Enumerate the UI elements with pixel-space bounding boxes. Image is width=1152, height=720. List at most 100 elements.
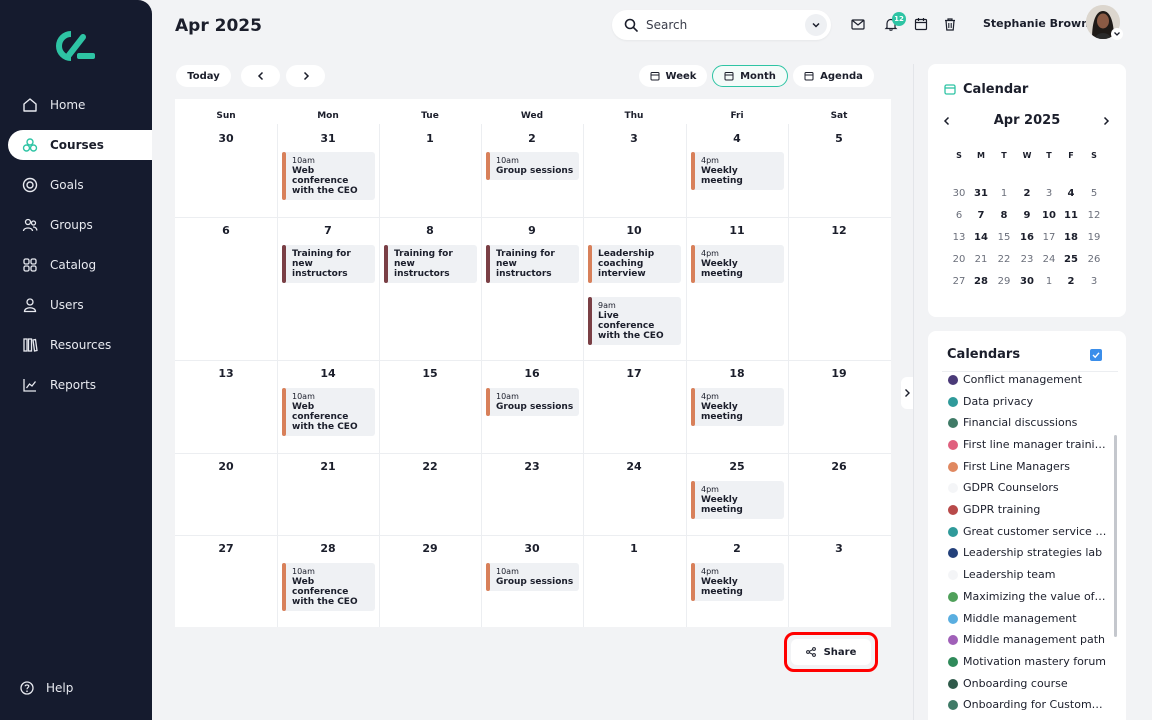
calendar-list-item[interactable]: Great customer service e... [948,525,1108,538]
calendar-event[interactable]: Training for new instructors [384,245,477,283]
calendar-list-item[interactable]: Onboarding course [948,677,1108,690]
mini-day[interactable]: 10 [1038,210,1060,221]
search-bar[interactable]: Search [612,10,831,40]
nav-item-reports[interactable]: Reports [8,370,152,400]
calendar-event[interactable]: 4pm Weekly meeting [691,563,784,601]
calendar-list-item[interactable]: Financial discussions [948,416,1108,429]
mini-day[interactable]: 9 [1016,210,1038,221]
nav-item-resources[interactable]: Resources [8,330,152,360]
mini-day[interactable]: 24 [1038,254,1060,265]
calendar-list-item[interactable]: Middle management [948,612,1108,625]
mini-day[interactable]: 18 [1060,232,1082,243]
nav-item-goals[interactable]: Goals [8,170,152,200]
calendar-list-item[interactable]: GDPR Counselors [948,481,1108,494]
nav-item-home[interactable]: Home [8,90,152,120]
search-input[interactable]: Search [646,18,805,32]
chevron-down-icon[interactable] [1111,28,1123,40]
mini-day[interactable]: 17 [1038,232,1060,243]
day-number[interactable]: 17 [583,367,685,380]
scrollbar[interactable] [1114,435,1117,637]
day-number[interactable]: 9 [481,224,583,237]
mini-day[interactable]: 31 [970,188,992,199]
day-number[interactable]: 24 [583,460,685,473]
mini-day[interactable]: 15 [993,232,1015,243]
mini-day[interactable]: 29 [993,276,1015,287]
mini-day[interactable]: 3 [1083,276,1105,287]
day-number[interactable]: 7 [277,224,379,237]
mail-icon[interactable] [851,17,865,31]
calendar-event[interactable]: 10am Web conference with the CEO [282,563,375,611]
calendar-event[interactable]: 4pm Weekly meeting [691,388,784,426]
calendar-icon[interactable] [914,17,928,31]
calendar-list-item[interactable]: Leadership team [948,568,1108,581]
mini-day[interactable]: 5 [1083,188,1105,199]
calendar-event[interactable]: 4pm Weekly meeting [691,481,784,519]
calendar-event[interactable]: 4pm Weekly meeting [691,245,784,283]
app-logo[interactable] [55,30,97,62]
calendar-event[interactable]: Training for new instructors [486,245,579,283]
week-view-button[interactable]: Week [639,65,707,87]
mini-day[interactable]: 6 [948,210,970,221]
day-number[interactable]: 30 [481,542,583,555]
day-number[interactable]: 11 [686,224,788,237]
nav-item-users[interactable]: Users [8,290,152,320]
mini-day[interactable]: 26 [1083,254,1105,265]
mini-day[interactable]: 8 [993,210,1015,221]
day-number[interactable]: 22 [379,460,481,473]
day-number[interactable]: 14 [277,367,379,380]
day-number[interactable]: 8 [379,224,481,237]
mini-day[interactable]: 2 [1060,276,1082,287]
day-number[interactable]: 26 [788,460,890,473]
trash-icon[interactable] [943,17,957,31]
day-number[interactable]: 23 [481,460,583,473]
mini-day[interactable]: 30 [1016,276,1038,287]
calendar-list-item[interactable]: GDPR training [948,503,1108,516]
mini-day[interactable]: 4 [1060,188,1082,199]
day-number[interactable]: 16 [481,367,583,380]
mini-day[interactable]: 14 [970,232,992,243]
calendar-list-item[interactable]: Onboarding for Custome... [948,698,1108,711]
day-number[interactable]: 28 [277,542,379,555]
day-number[interactable]: 12 [788,224,890,237]
mini-day[interactable]: 16 [1016,232,1038,243]
month-view-button[interactable]: Month [712,65,788,87]
day-number[interactable]: 2 [686,542,788,555]
day-number[interactable]: 15 [379,367,481,380]
calendar-list-item[interactable]: Conflict management [948,373,1108,386]
mini-day[interactable]: 19 [1083,232,1105,243]
day-number[interactable]: 21 [277,460,379,473]
day-number[interactable]: 2 [481,132,583,145]
calendar-event[interactable]: 9am Live conference with the CEO [588,297,681,345]
day-number[interactable]: 25 [686,460,788,473]
day-number[interactable]: 1 [379,132,481,145]
calendar-event[interactable]: Training for new instructors [282,245,375,283]
mini-day[interactable]: 11 [1060,210,1082,221]
user-name[interactable]: Stephanie Brown [983,17,1089,30]
calendar-list-item[interactable]: Leadership strategies lab [948,546,1108,559]
mini-day[interactable]: 2 [1016,188,1038,199]
help-link[interactable]: Help [20,681,73,695]
calendar-list-item[interactable]: First line manager training [948,438,1108,451]
calendar-event[interactable]: 10am Group sessions [486,563,579,591]
agenda-view-button[interactable]: Agenda [793,65,874,87]
day-number[interactable]: 5 [788,132,890,145]
day-number[interactable]: 3 [788,542,890,555]
day-number[interactable]: 30 [175,132,277,145]
mini-day[interactable]: 30 [948,188,970,199]
mini-next-month-button[interactable] [1101,116,1111,126]
day-number[interactable]: 19 [788,367,890,380]
mini-day[interactable]: 28 [970,276,992,287]
calendar-list-item[interactable]: First Line Managers [948,460,1108,473]
day-number[interactable]: 29 [379,542,481,555]
calendar-event[interactable]: 10am Group sessions [486,388,579,416]
mini-day[interactable]: 23 [1016,254,1038,265]
mini-day[interactable]: 7 [970,210,992,221]
collapse-panel-button[interactable] [901,377,913,409]
mini-day[interactable]: 21 [970,254,992,265]
day-number[interactable]: 3 [583,132,685,145]
mini-day[interactable]: 22 [993,254,1015,265]
mini-day[interactable]: 1 [993,188,1015,199]
calendar-list-item[interactable]: Data privacy [948,395,1108,408]
mini-day[interactable]: 3 [1038,188,1060,199]
calendar-list-item[interactable]: Middle management path [948,633,1108,646]
